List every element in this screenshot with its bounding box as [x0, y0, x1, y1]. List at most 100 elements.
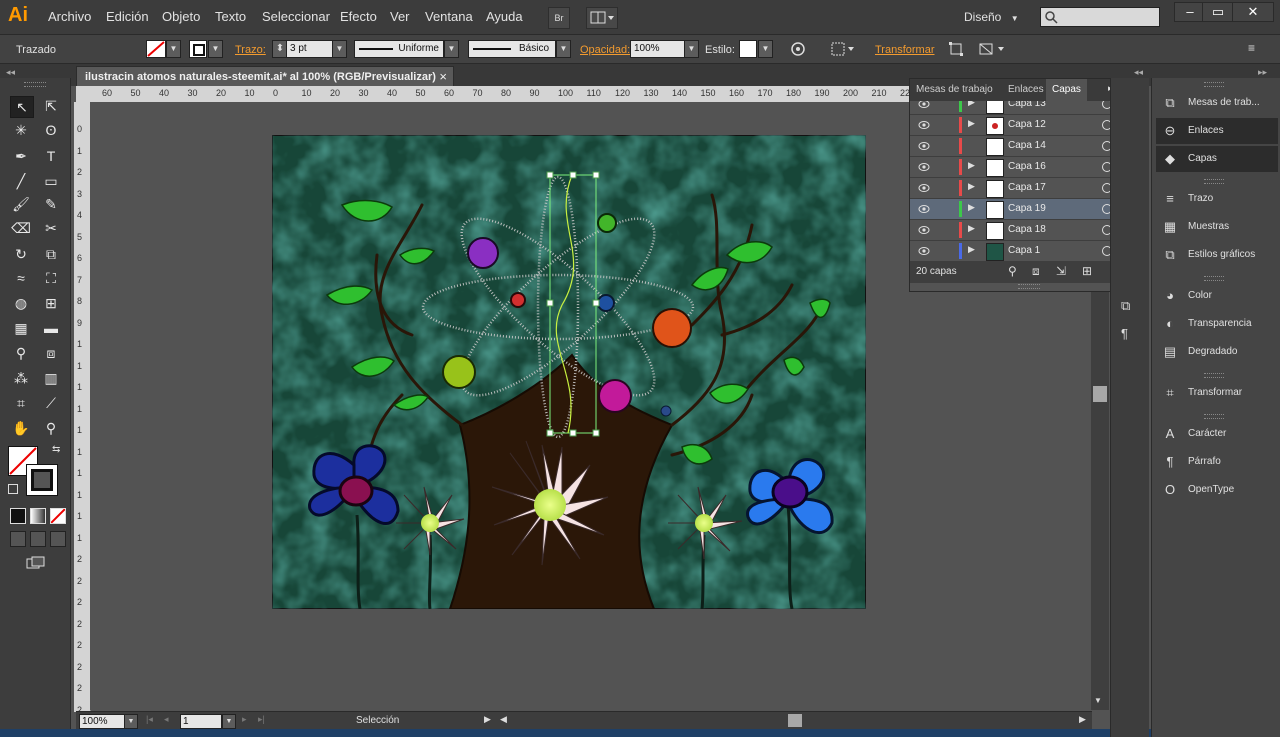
menu-ver[interactable]: Ver [390, 9, 410, 24]
layer-name[interactable]: Capa 16 [1008, 161, 1046, 172]
draw-behind-button[interactable] [30, 531, 46, 547]
restore-button[interactable]: ▭ [1202, 2, 1234, 22]
perspective-grid-tool-icon[interactable]: ⊞ [40, 293, 62, 313]
new-sublayer-icon[interactable]: ⇲ [1056, 264, 1066, 278]
eyedropper-tool-icon[interactable]: ⚲ [10, 343, 32, 363]
visibility-eye-icon[interactable] [918, 183, 930, 193]
dock-degradado[interactable]: ▤ Degradado [1156, 339, 1278, 365]
toolbar-grip[interactable] [24, 82, 46, 87]
free-transform-tool-icon[interactable]: ⛶ [40, 268, 62, 288]
layer-name[interactable]: Capa 12 [1008, 119, 1046, 130]
visibility-eye-icon[interactable] [918, 225, 930, 235]
clipping-mask-icon[interactable]: ⧈ [1032, 264, 1040, 279]
layer-name[interactable]: Capa 18 [1008, 224, 1046, 235]
next-artboard-icon[interactable]: ▸ [242, 714, 247, 725]
menu-objeto[interactable]: Objeto [162, 9, 200, 24]
symbol-sprayer-tool-icon[interactable]: ⁂ [10, 368, 32, 388]
arrange-documents-button[interactable] [586, 7, 618, 29]
dock-parrafo[interactable]: ¶ Párrafo [1156, 449, 1278, 475]
visibility-eye-icon[interactable] [918, 204, 930, 214]
new-layer-icon[interactable]: ⊞ [1082, 264, 1092, 278]
last-artboard-icon[interactable]: ▸| [258, 714, 265, 725]
dock-muestras[interactable]: ▦ Muestras [1156, 214, 1278, 240]
style-dropdown[interactable]: ▼ [758, 40, 773, 58]
mesh-tool-icon[interactable]: ▦ [10, 318, 32, 338]
panel-menu-icon[interactable]: ≡ [1248, 41, 1255, 55]
line-tool-icon[interactable]: ╱ [10, 171, 32, 191]
character-styles-icon[interactable]: ⧉ [1121, 298, 1130, 314]
dock-transparencia[interactable]: ◐ Transparencia [1156, 311, 1278, 337]
zoom-tool-icon[interactable]: ⚲ [40, 418, 62, 438]
stroke-dropdown[interactable]: ▼ [208, 40, 223, 58]
draw-normal-button[interactable] [10, 531, 26, 547]
visibility-eye-icon[interactable] [918, 246, 930, 256]
layer-row[interactable]: ▶ Capa 18 [910, 220, 1132, 241]
locate-object-icon[interactable]: ⚲ [1008, 264, 1017, 278]
color-mode-button[interactable] [10, 508, 26, 524]
expand-layer-icon[interactable]: ▶ [968, 244, 975, 255]
tab-enlaces[interactable]: Enlaces [1002, 79, 1050, 101]
layer-name[interactable]: Capa 17 [1008, 182, 1046, 193]
opacity-panel-link[interactable]: Opacidad: [580, 44, 630, 56]
layer-name[interactable]: Capa 14 [1008, 140, 1046, 151]
layer-row-selected[interactable]: ▶ Capa 19 [910, 199, 1132, 220]
panel-grip[interactable] [1018, 284, 1040, 289]
menu-ventana[interactable]: Ventana [425, 9, 473, 24]
direct-selection-tool-icon[interactable]: ⇱ [40, 96, 62, 116]
expand-layer-icon[interactable]: ▶ [968, 160, 975, 171]
vertical-scroll-thumb[interactable] [1093, 386, 1107, 402]
menu-archivo[interactable]: Archivo [48, 9, 91, 24]
dock-enlaces[interactable]: ⊖ Enlaces [1156, 118, 1278, 144]
brush-definition[interactable]: Básico [468, 40, 556, 58]
layer-row[interactable]: ▶ Capa 1 [910, 241, 1132, 261]
status-menu-icon[interactable]: ▶ [484, 714, 491, 725]
menu-texto[interactable]: Texto [215, 9, 246, 24]
menu-seleccionar[interactable]: Seleccionar [262, 9, 330, 24]
visibility-eye-icon[interactable] [918, 141, 930, 151]
isolate-button[interactable] [948, 41, 964, 60]
blob-brush-tool-icon[interactable]: ⌫ [10, 218, 32, 238]
hand-tool-icon[interactable]: ✋ [10, 418, 32, 438]
artboard-tool-icon[interactable]: ⌗ [10, 393, 32, 413]
horizontal-scroll-thumb[interactable] [788, 714, 802, 727]
dock-mesas-de-trabajo[interactable]: ⧉ Mesas de trab... [1156, 90, 1278, 116]
workspace-switcher[interactable]: Diseño ▼ [952, 7, 1038, 27]
expand-layer-icon[interactable]: ▶ [968, 118, 975, 129]
layer-row[interactable]: ▶ Capa 16 [910, 157, 1132, 178]
search-input[interactable] [1040, 7, 1160, 27]
fill-swatch[interactable] [146, 40, 166, 58]
paintbrush-tool-icon[interactable]: 🖌 [10, 194, 32, 214]
slice-tool-icon[interactable]: ⟋ [40, 393, 62, 413]
menu-efecto[interactable]: Efecto [340, 9, 377, 24]
stroke-panel-link[interactable]: Trazo: [235, 44, 266, 56]
fill-dropdown[interactable]: ▼ [166, 40, 181, 58]
first-artboard-icon[interactable]: |◂ [146, 714, 153, 725]
layer-name[interactable]: Capa 19 [1008, 203, 1046, 214]
stroke-color-box[interactable] [26, 464, 58, 496]
artboard[interactable] [271, 134, 867, 610]
rectangle-tool-icon[interactable]: ▭ [40, 171, 62, 191]
layer-row[interactable]: ▶ Capa 17 [910, 178, 1132, 199]
expand-layer-icon[interactable]: ▶ [968, 223, 975, 234]
swap-colors-icon[interactable]: ⇆ [52, 444, 60, 455]
dock-trazo[interactable]: ≡ Trazo [1156, 186, 1278, 212]
gradient-mode-button[interactable] [30, 508, 46, 524]
document-tab[interactable]: ilustracin atomos naturales-steemit.ai* … [76, 66, 454, 87]
zoom-dropdown[interactable]: ▼ [124, 714, 138, 729]
none-mode-button[interactable] [50, 508, 66, 524]
zoom-field[interactable]: 100% [79, 714, 127, 729]
recolor-artwork-button[interactable] [790, 41, 806, 60]
visibility-eye-icon[interactable] [918, 162, 930, 172]
close-tab-icon[interactable]: × [439, 67, 447, 87]
variable-width-profile[interactable]: Uniforme [354, 40, 444, 58]
brush-dropdown[interactable]: ▼ [556, 40, 571, 58]
opacity-field[interactable]: 100% [630, 40, 687, 58]
visibility-eye-icon[interactable] [918, 101, 930, 109]
selection-tool-icon[interactable]: ↖ [10, 96, 34, 118]
layer-name[interactable]: Capa 13 [1008, 101, 1046, 109]
previous-artboard-icon[interactable]: ◂ [164, 714, 169, 725]
type-tool-icon[interactable]: T [40, 146, 62, 166]
dock-color[interactable]: ◕ Color [1156, 283, 1278, 309]
artboard-dropdown[interactable]: ▼ [222, 714, 236, 729]
stroke-weight-field[interactable]: 3 pt [286, 40, 337, 58]
